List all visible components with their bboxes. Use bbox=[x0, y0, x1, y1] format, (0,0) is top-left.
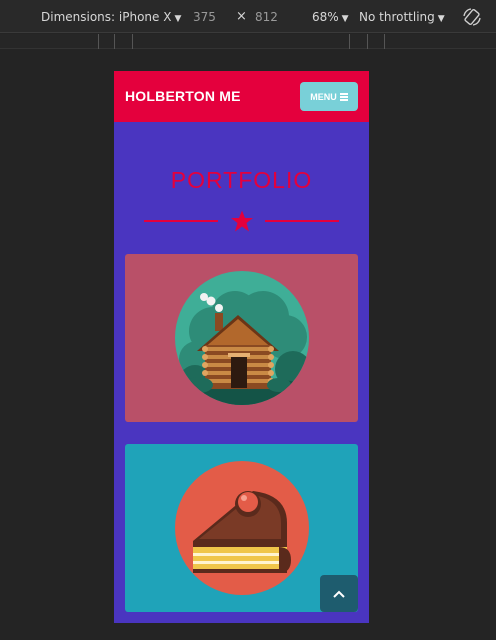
site-brand[interactable]: HOLBERTON ME bbox=[125, 88, 241, 104]
chevron-up-icon bbox=[333, 590, 345, 598]
site-header: HOLBERTON ME MENU bbox=[114, 71, 369, 122]
menu-button[interactable]: MENU bbox=[300, 82, 358, 111]
chevron-down-icon: ▼ bbox=[174, 14, 182, 24]
divider-left bbox=[144, 220, 218, 222]
device-selector[interactable]: Dimensions: iPhone X ▼ bbox=[41, 10, 181, 24]
hamburger-icon bbox=[339, 93, 348, 101]
section-title: PORTFOLIO bbox=[170, 167, 313, 193]
rotate-icon[interactable] bbox=[462, 7, 482, 27]
cake-slice-icon bbox=[175, 461, 309, 595]
dimension-separator: × bbox=[236, 9, 247, 24]
throttling-selector[interactable]: No throttling ▼ bbox=[359, 10, 445, 24]
scroll-to-top-button[interactable] bbox=[320, 575, 358, 612]
divider-right bbox=[265, 220, 339, 222]
media-query-ruler bbox=[0, 34, 496, 49]
zoom-selector[interactable]: 68% ▼ bbox=[312, 10, 349, 24]
height-input[interactable]: 812 bbox=[255, 10, 278, 24]
width-input[interactable]: 375 bbox=[193, 10, 216, 24]
portfolio-item-cabin[interactable] bbox=[125, 254, 358, 422]
star-icon bbox=[231, 210, 253, 232]
log-cabin-icon bbox=[175, 271, 309, 405]
devtools-device-toolbar: Dimensions: iPhone X ▼ 375 × 812 68% ▼ No … bbox=[0, 0, 496, 33]
chevron-down-icon: ▼ bbox=[437, 14, 445, 24]
chevron-down-icon: ▼ bbox=[341, 14, 349, 24]
device-viewport: HOLBERTON ME MENU PORTFOLIO bbox=[114, 71, 369, 623]
menu-button-label: MENU bbox=[310, 91, 337, 102]
